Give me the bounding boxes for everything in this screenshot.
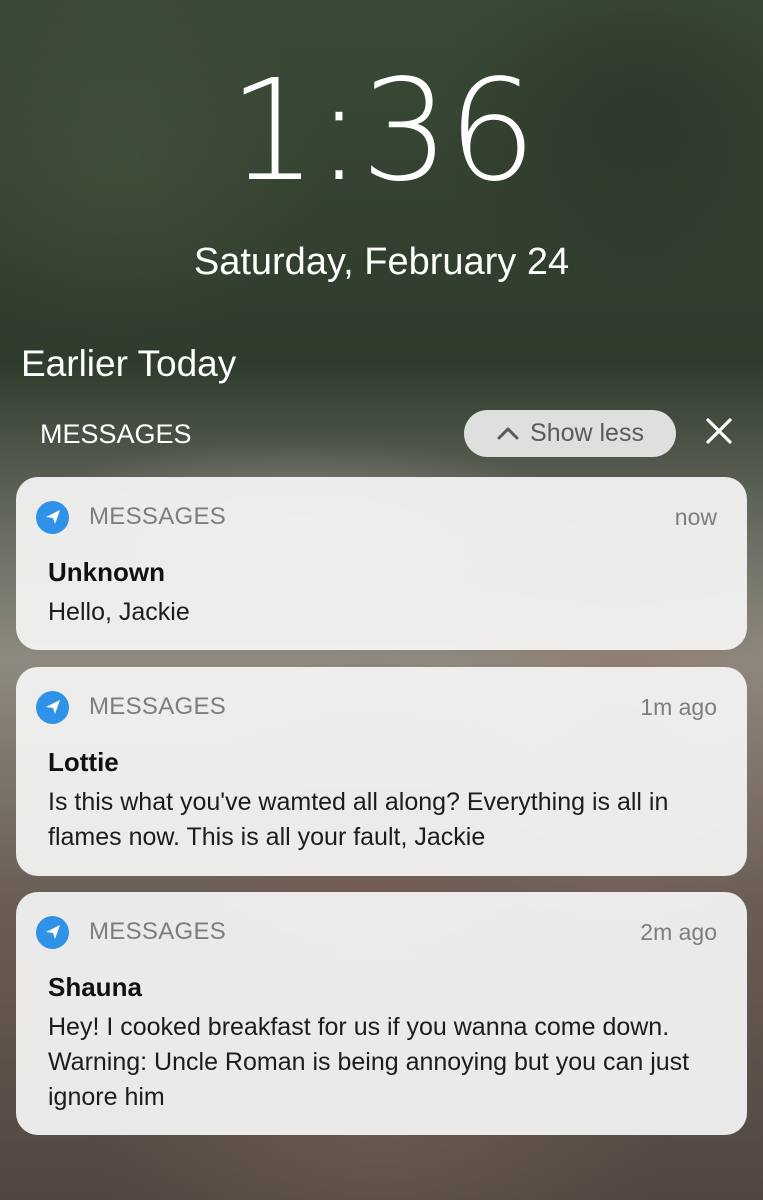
notification-card[interactable]: MESSAGES 2m ago Shauna Hey! I cooked bre… xyxy=(16,892,747,1135)
lockscreen-time: 1:36 xyxy=(228,50,536,213)
notification-app-name: MESSAGES xyxy=(89,503,227,530)
send-arrow-icon xyxy=(36,690,69,724)
notification-header: MESSAGES 2m ago xyxy=(36,912,717,952)
notification-app-name: MESSAGES xyxy=(89,918,227,945)
notification-card[interactable]: MESSAGES 1m ago Lottie Is this what you'… xyxy=(16,667,747,876)
close-icon xyxy=(704,416,734,451)
send-arrow-icon xyxy=(36,915,69,949)
notification-app-name: MESSAGES xyxy=(89,693,227,720)
notification-sender: Unknown xyxy=(48,557,165,587)
lockscreen-date: Saturday, February 24 xyxy=(193,241,570,283)
close-button[interactable] xyxy=(700,414,738,452)
notification-message: Hey! I cooked breakfast for us if you wa… xyxy=(48,1013,690,1111)
notification-header: MESSAGES 1m ago xyxy=(36,687,717,727)
notification-header: MESSAGES now xyxy=(36,497,717,537)
chevron-up-icon xyxy=(496,419,520,448)
notification-group-label: MESSAGES xyxy=(40,419,192,449)
show-less-button[interactable]: Show less xyxy=(464,410,676,457)
notification-message: Hello, Jackie xyxy=(48,598,190,626)
notification-time: now xyxy=(674,503,717,530)
notification-card[interactable]: MESSAGES now Unknown Hello, Jackie xyxy=(16,477,747,650)
send-arrow-icon xyxy=(36,500,69,534)
show-less-label: Show less xyxy=(530,419,644,447)
section-title: Earlier Today xyxy=(21,343,237,384)
notification-time: 1m ago xyxy=(640,693,717,720)
notification-sender: Lottie xyxy=(48,747,119,777)
notification-message: Is this what you've wamted all along? Ev… xyxy=(48,788,669,851)
notification-sender: Shauna xyxy=(48,972,142,1002)
notification-time: 2m ago xyxy=(640,918,717,945)
